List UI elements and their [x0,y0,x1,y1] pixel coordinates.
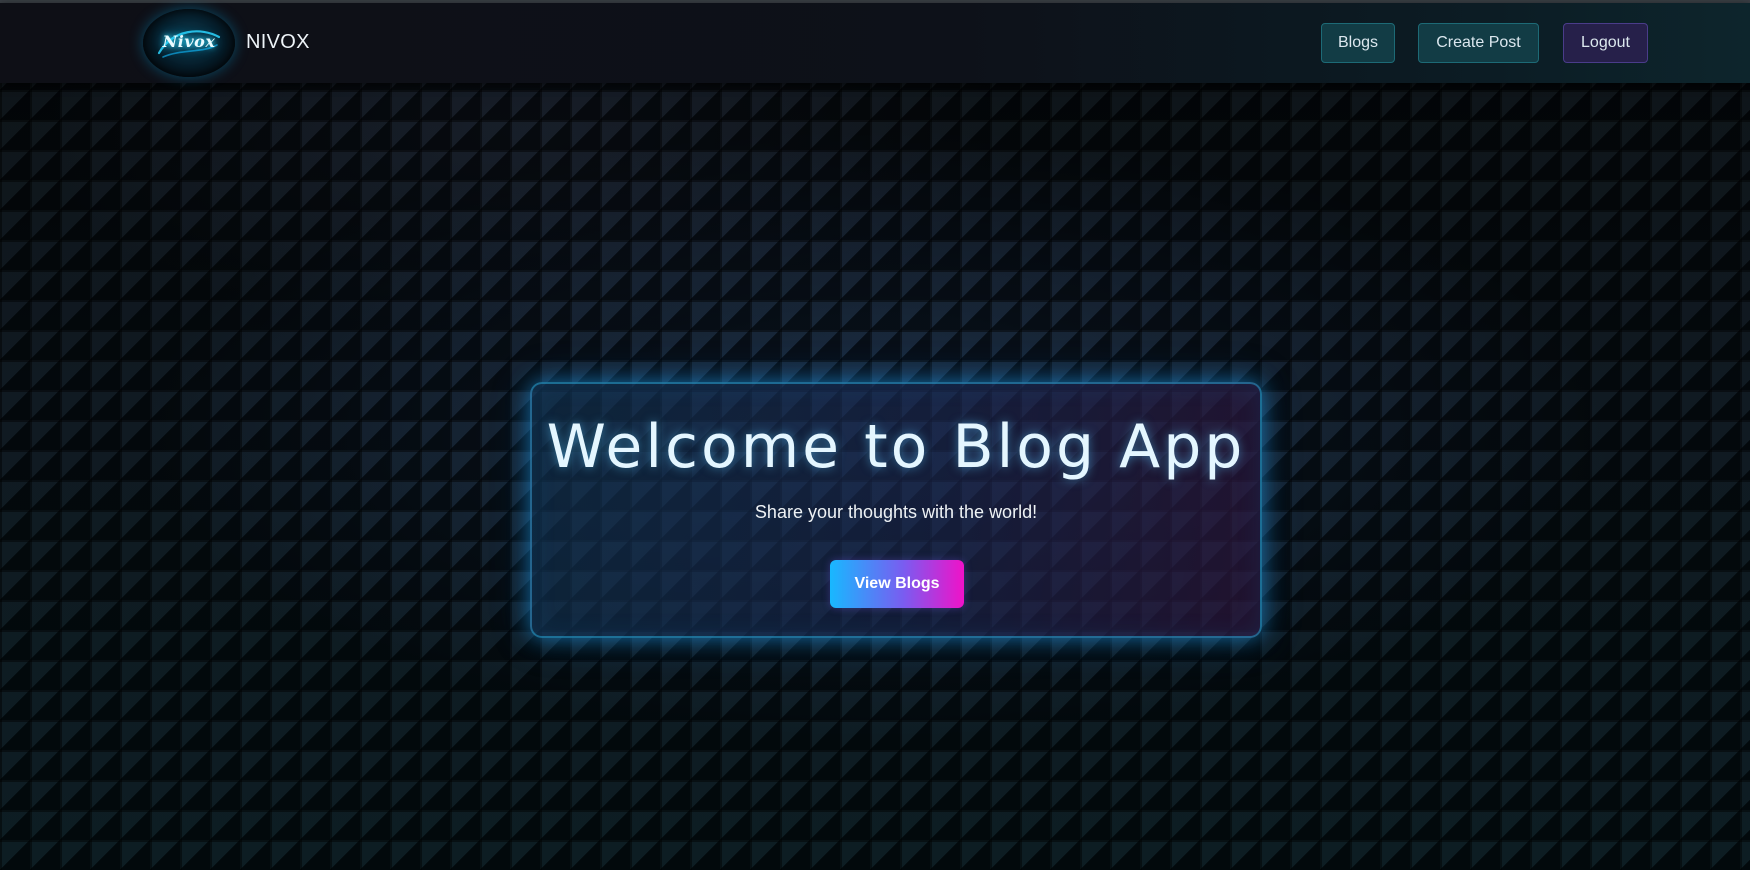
view-blogs-button[interactable]: View Blogs [830,560,964,608]
brand-name[interactable]: NIVOX [246,31,310,54]
hero-subtitle: Share your thoughts with the world! [754,502,1038,522]
hero-card: Welcome to Blog App Share your thoughts … [530,382,1262,638]
navbar: Nivox NIVOX Blogs Create Post Logout [0,3,1750,83]
nav-logout-button[interactable]: Logout [1563,23,1648,63]
hero-title: Welcome to Blog App [546,412,1246,482]
nivox-logo[interactable]: Nivox [143,9,235,77]
nav-create-post-button[interactable]: Create Post [1418,23,1539,63]
logo-text: Nivox [162,31,216,51]
nav-blogs-button[interactable]: Blogs [1321,23,1395,63]
